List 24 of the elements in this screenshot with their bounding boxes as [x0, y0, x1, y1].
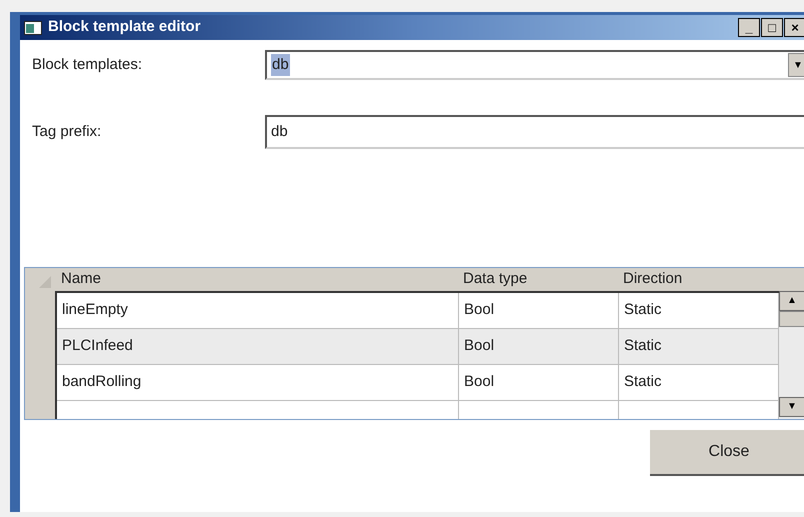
field-label: Block templates: [31, 54, 144, 75]
column-header[interactable]: Data type [457, 268, 617, 290]
field-label: Tag prefix: [31, 122, 102, 142]
column-header[interactable]: Name [55, 268, 457, 290]
scroll-thumb[interactable] [779, 310, 804, 326]
scroll-up-button[interactable]: ▲ [779, 290, 804, 310]
table-cell: Bool [459, 292, 619, 328]
scrollbar[interactable]: ▲ ▼ [779, 290, 804, 419]
table-cell: PLCInfeed [57, 328, 459, 364]
tag-prefix-field[interactable]: db [265, 115, 804, 149]
close-dialog-button[interactable]: Close [650, 430, 804, 476]
scroll-down-button[interactable]: ▼ [779, 396, 804, 416]
template-dropdown[interactable]: db ▼ [265, 50, 804, 80]
column-header[interactable]: Direction [617, 268, 777, 290]
maximize-button[interactable]: □ [761, 18, 783, 37]
close-button[interactable]: × [784, 18, 804, 37]
window-icon [24, 20, 42, 34]
table-cell: bandRolling [57, 364, 459, 400]
table-cell: Bool [459, 328, 619, 364]
window-title: Block template editor [48, 17, 201, 38]
table-cell: Bool [459, 364, 619, 400]
table-cell: lineEmpty [57, 292, 459, 328]
minimize-button[interactable]: _ [738, 18, 760, 37]
dropdown-arrow-button[interactable]: ▼ [788, 53, 804, 77]
